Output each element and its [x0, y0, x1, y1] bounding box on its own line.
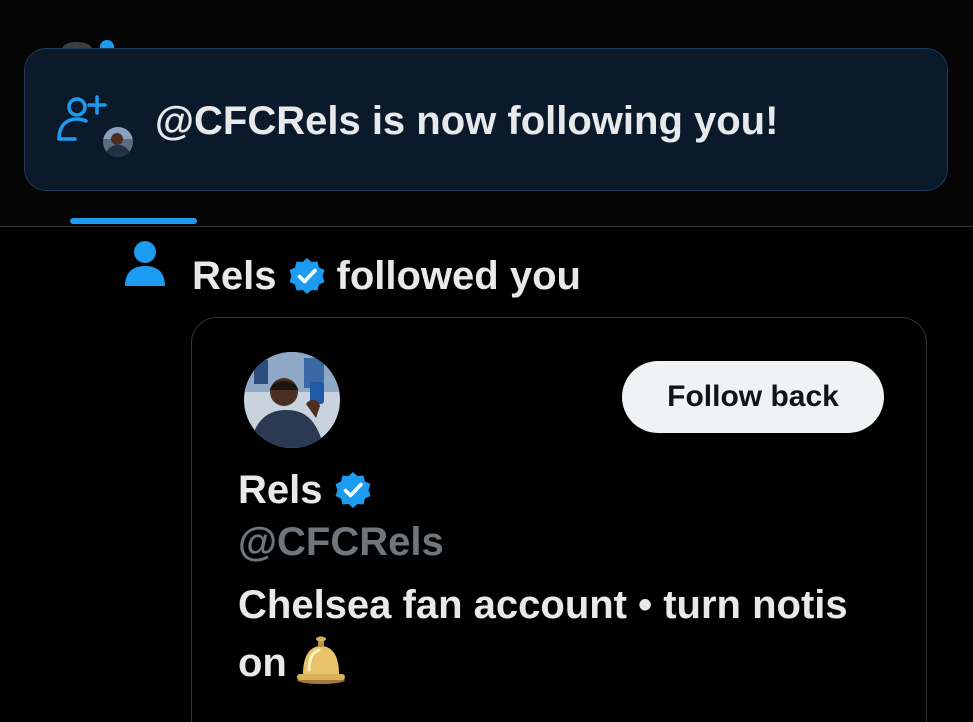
header-divider — [0, 226, 973, 227]
toast-avatar — [101, 125, 135, 159]
follow-back-button[interactable]: Follow back — [622, 361, 884, 433]
avatar[interactable] — [244, 352, 340, 448]
bell-icon — [296, 636, 345, 684]
notification-user-name[interactable]: Rels — [192, 252, 277, 300]
verified-badge-icon — [335, 472, 370, 508]
user-card[interactable]: Follow back Rels @CFCRels Chelsea fan ac… — [191, 317, 927, 722]
person-icon — [125, 241, 165, 286]
notification-action-text: followed you — [336, 254, 581, 298]
tab-active-indicator — [70, 218, 197, 224]
card-display-name[interactable]: Rels — [238, 466, 373, 514]
follow-toast[interactable]: @CFCRels is now following you! — [24, 48, 948, 191]
card-handle[interactable]: @CFCRels — [238, 518, 444, 566]
card-bio: Chelsea fan account • turn notis on — [238, 576, 858, 692]
card-name-text: Rels — [238, 468, 323, 512]
toast-message: @CFCRels is now following you! — [155, 99, 779, 143]
notifications-screen: @CFCRels is now following you! Rels foll… — [0, 0, 973, 722]
verified-badge-icon — [289, 258, 324, 294]
notification-header: Rels followed you — [192, 252, 581, 300]
